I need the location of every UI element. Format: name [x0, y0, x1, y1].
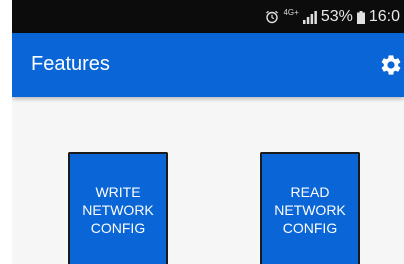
app-bar: Features: [12, 33, 404, 97]
page-title: Features: [31, 53, 110, 75]
network-type-label: 4G+: [283, 8, 299, 17]
alarm-icon: [266, 10, 279, 24]
battery-icon: [356, 10, 365, 24]
battery-percent: 53%: [320, 8, 353, 25]
write-network-config-button[interactable]: WRITE NETWORK CONFIG: [68, 152, 168, 264]
app-screen: 4G+ 53% 16:0 Features WRITE NETWORK CONF…: [12, 0, 404, 264]
settings-button[interactable]: [378, 52, 404, 78]
signal-icon: [302, 10, 317, 24]
status-time: 16:0: [368, 8, 400, 25]
status-bar: 4G+ 53% 16:0: [12, 0, 404, 33]
status-icons: 4G+ 53% 16:0: [265, 7, 400, 27]
gear-icon: [381, 55, 401, 75]
read-network-config-button[interactable]: READ NETWORK CONFIG: [260, 152, 360, 264]
